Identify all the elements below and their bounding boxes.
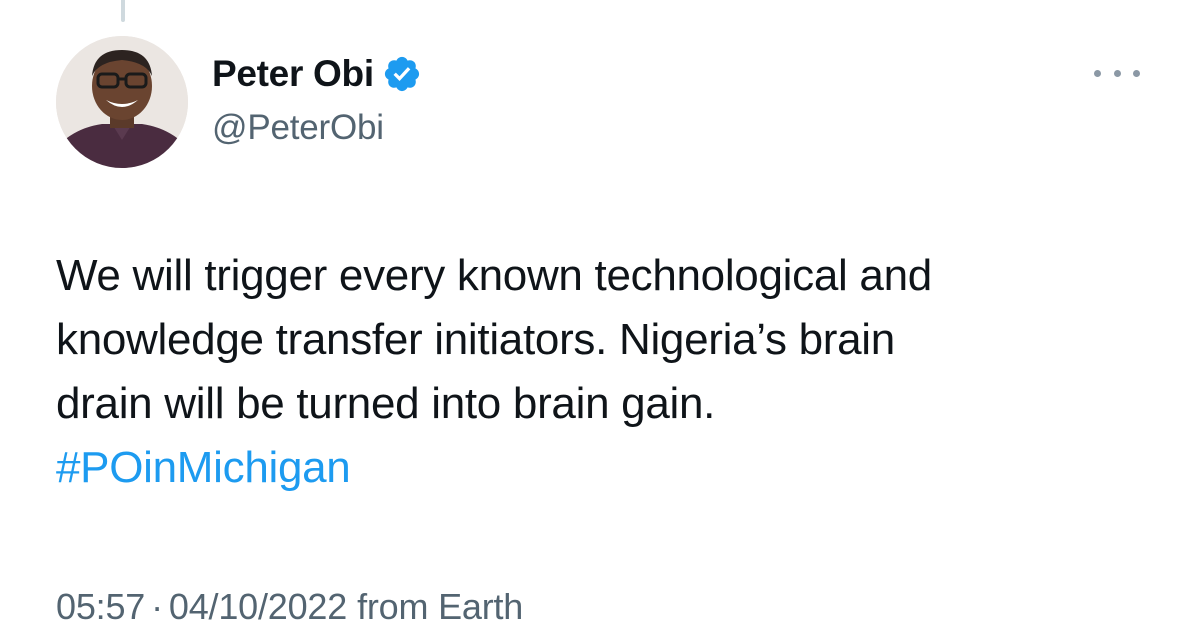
- tweet-text: We will trigger every known technologica…: [56, 244, 1156, 500]
- tweet-text-line: knowledge transfer initiators. Nigeria’s…: [56, 315, 895, 364]
- avatar[interactable]: [56, 36, 188, 168]
- more-options-icon-dot: [1133, 69, 1140, 77]
- tweet-date[interactable]: 04/10/2022: [169, 586, 347, 628]
- more-options-icon-dot: [1094, 69, 1101, 77]
- more-options-button[interactable]: [1094, 60, 1140, 86]
- tweet-time[interactable]: 05:57: [56, 586, 145, 628]
- tweet-text-line: We will trigger every known technologica…: [56, 251, 932, 300]
- hashtag-link[interactable]: #POinMichigan: [56, 443, 351, 492]
- author-display-name[interactable]: Peter Obi: [212, 53, 374, 95]
- avatar-image: [56, 36, 188, 168]
- author-name-row: Peter Obi: [212, 52, 422, 96]
- author-handle[interactable]: @PeterObi: [212, 108, 384, 148]
- thread-connector-line: [121, 0, 125, 22]
- tweet-source: from Earth: [357, 586, 524, 627]
- tweet-text-line: drain will be turned into brain gain.: [56, 379, 716, 428]
- meta-separator: ·: [151, 586, 163, 627]
- tweet-metadata: 05:57 · 04/10/2022 from Earth: [56, 586, 523, 628]
- more-options-icon-dot: [1113, 69, 1121, 77]
- verified-badge-icon: [382, 54, 422, 94]
